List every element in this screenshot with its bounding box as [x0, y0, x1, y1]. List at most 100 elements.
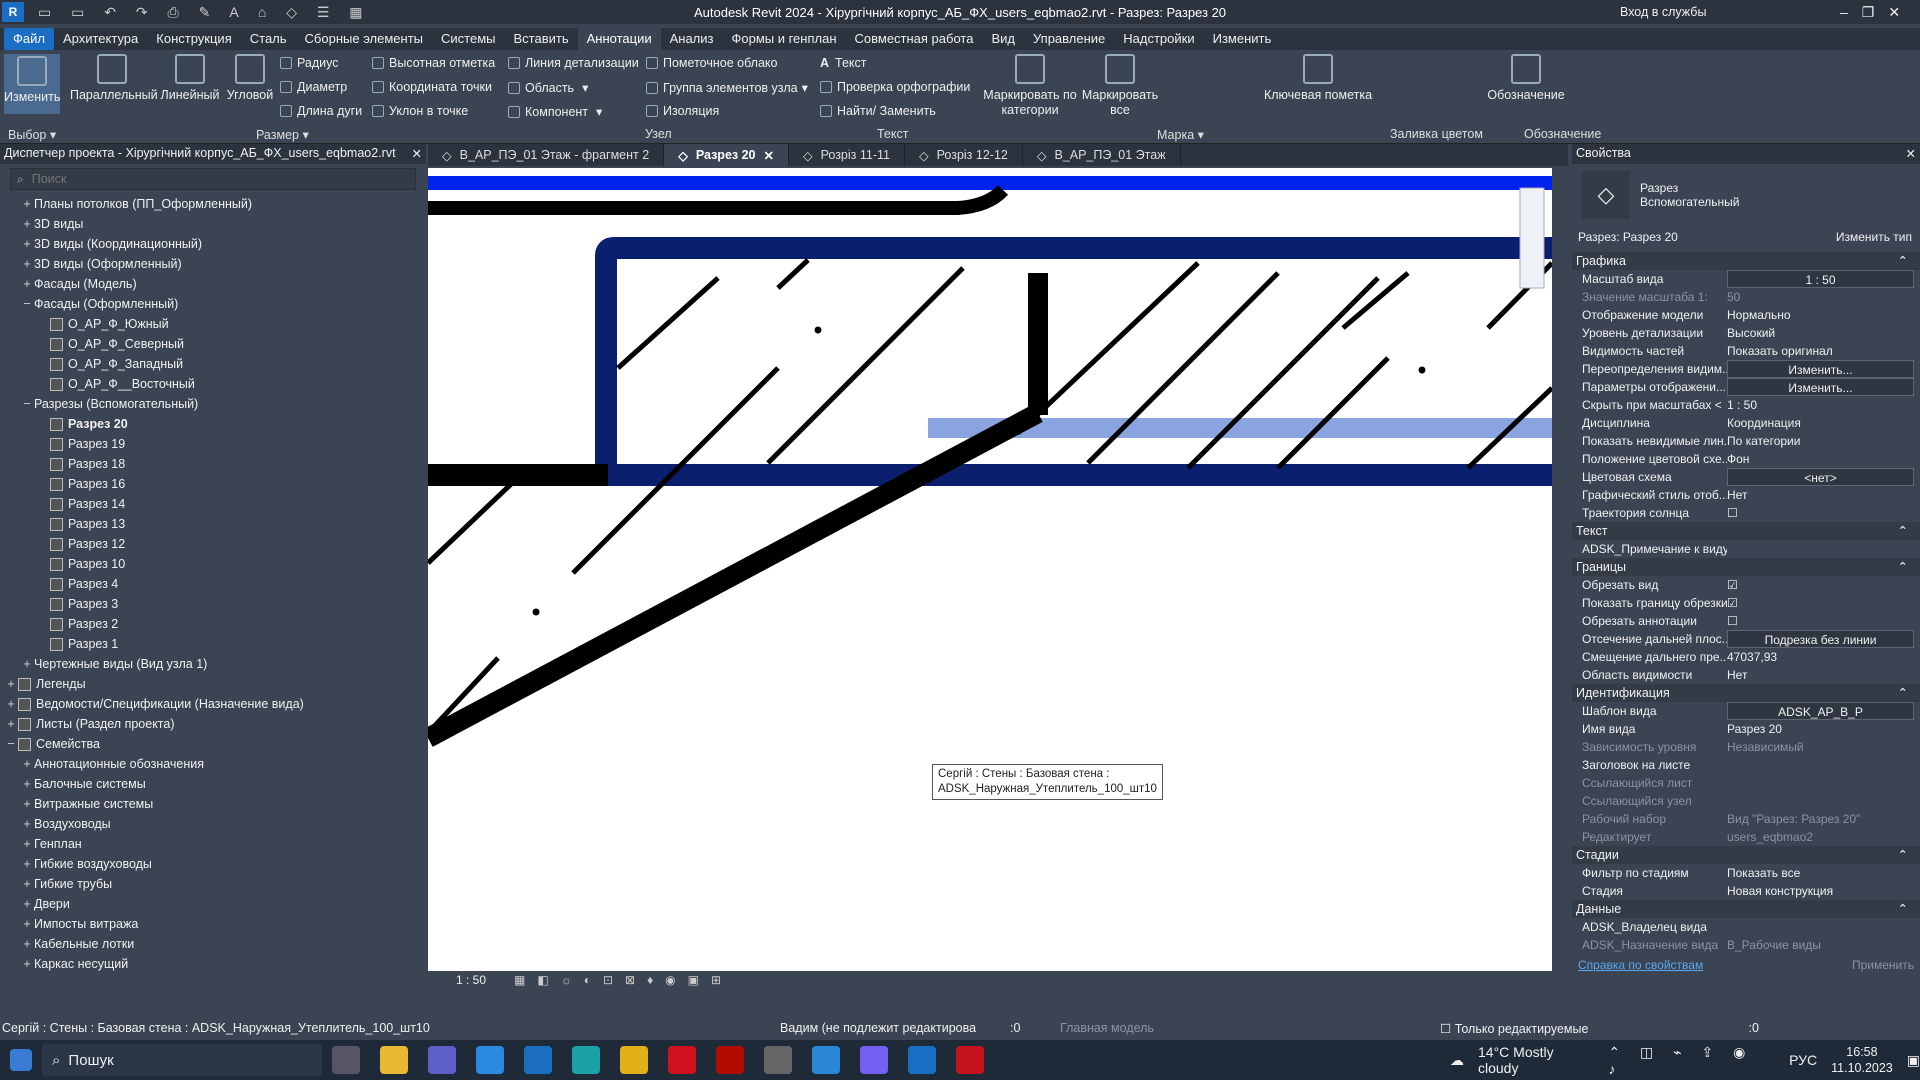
property-value[interactable]: ☑: [1727, 576, 1920, 594]
expand-icon[interactable]: −: [4, 734, 18, 754]
arc-length-button[interactable]: Длина дуги: [280, 104, 362, 118]
expand-icon[interactable]: +: [20, 814, 34, 834]
tree-item[interactable]: + Генплан: [0, 834, 426, 854]
spell-check-button[interactable]: Проверка орфографии: [820, 80, 970, 94]
expand-icon[interactable]: +: [20, 934, 34, 954]
revision-cloud-button[interactable]: Пометочное облако: [646, 56, 777, 70]
menu-tab[interactable]: Совместная работа: [846, 28, 983, 50]
expand-icon[interactable]: +: [20, 194, 34, 214]
type-selector[interactable]: ◇ Разрез Вспомогательный: [1572, 164, 1920, 226]
expand-icon[interactable]: +: [20, 754, 34, 774]
revit-taskbar-icon[interactable]: [908, 1046, 936, 1074]
autocad-icon[interactable]: [956, 1046, 984, 1074]
property-value[interactable]: 1 : 50: [1727, 396, 1920, 414]
tree-item[interactable]: Разрез 10: [0, 554, 426, 574]
tree-item[interactable]: + Двери: [0, 894, 426, 914]
tree-item[interactable]: − Фасады (Оформленный): [0, 294, 426, 314]
component-button[interactable]: Компонент ▾: [508, 104, 602, 119]
property-value[interactable]: Показать все: [1727, 864, 1920, 882]
task-view-icon[interactable]: [332, 1046, 360, 1074]
view-controls-icons[interactable]: ▦◧☼◐⊡⊠♦◉▣⊞: [514, 973, 733, 987]
expand-icon[interactable]: +: [4, 694, 18, 714]
tag-all-button[interactable]: Маркировать все: [1080, 54, 1160, 118]
window-controls[interactable]: –❐✕: [1840, 4, 1914, 21]
collapse-icon[interactable]: ⌃: [1898, 684, 1908, 702]
clock[interactable]: 16:58 11.10.2023: [1831, 1044, 1893, 1076]
menu-tab[interactable]: Файл: [4, 28, 54, 50]
language-indicator[interactable]: РУС: [1789, 1052, 1817, 1068]
property-group-header[interactable]: Идентификация ⌃: [1572, 684, 1920, 702]
region-button[interactable]: Область ▾: [508, 80, 588, 95]
expand-icon[interactable]: +: [20, 214, 34, 234]
drawing-canvas[interactable]: Сергій : Стены : Базовая стена : ADSK_На…: [428, 168, 1552, 971]
collapse-icon[interactable]: ⌃: [1898, 522, 1908, 540]
panel-select[interactable]: Выбор ▾: [8, 127, 56, 142]
view-tab[interactable]: ◇ Разрез 20 ✕: [664, 144, 789, 166]
tree-item[interactable]: + Листы (Раздел проекта): [0, 714, 426, 734]
close-icon[interactable]: ✕: [763, 148, 773, 163]
tree-item[interactable]: + Планы потолков (ПП_Оформленный): [0, 194, 426, 214]
tree-item[interactable]: +3D виды (Оформленный): [0, 254, 426, 274]
text-button[interactable]: A Текст: [820, 56, 867, 70]
property-group-header[interactable]: Текст ⌃: [1572, 522, 1920, 540]
view-scale[interactable]: 1 : 50: [456, 973, 486, 987]
expand-icon[interactable]: +: [20, 794, 34, 814]
property-value[interactable]: Новая конструкция: [1727, 882, 1920, 900]
property-value[interactable]: [1727, 540, 1920, 558]
tree-item[interactable]: − Разрезы (Вспомогательный): [0, 394, 426, 414]
tree-item[interactable]: Разрез 4: [0, 574, 426, 594]
property-value[interactable]: 47037,93: [1727, 648, 1920, 666]
tree-item[interactable]: + Чертежные виды (Вид узла 1): [0, 654, 426, 674]
close-icon[interactable]: ✕: [412, 146, 422, 162]
property-value[interactable]: [1727, 756, 1920, 774]
menu-tab[interactable]: Анализ: [661, 28, 723, 50]
menu-tab[interactable]: Управление: [1024, 28, 1114, 50]
view-tab[interactable]: ◇ В_АР_ПЭ_01 Этаж: [1023, 144, 1181, 166]
menu-tab[interactable]: Аннотации: [577, 28, 661, 50]
menu-tab[interactable]: Сборные элементы: [296, 28, 432, 50]
properties-help-link[interactable]: Справка по свойствам: [1578, 958, 1703, 972]
property-value[interactable]: Разрез 20: [1727, 720, 1920, 738]
tree-item[interactable]: + Легенды: [0, 674, 426, 694]
chrome-icon[interactable]: [620, 1046, 648, 1074]
search-input[interactable]: [31, 172, 193, 186]
tree-item[interactable]: + Аннотационные обозначения: [0, 754, 426, 774]
expand-icon[interactable]: +: [20, 234, 34, 254]
panel-dimension[interactable]: Размер ▾: [256, 127, 309, 142]
tag-by-category-button[interactable]: Маркировать по категории: [982, 54, 1078, 118]
expand-icon[interactable]: +: [20, 854, 34, 874]
collapse-icon[interactable]: ⌃: [1898, 252, 1908, 270]
tree-item[interactable]: + Кабельные лотки: [0, 934, 426, 954]
property-value[interactable]: Высокий: [1727, 324, 1920, 342]
tree-item[interactable]: Разрез 16: [0, 474, 426, 494]
tree-item[interactable]: + Воздуховоды: [0, 814, 426, 834]
tree-item[interactable]: Разрез 3: [0, 594, 426, 614]
apply-button[interactable]: Применить: [1852, 958, 1914, 972]
property-value[interactable]: Нет: [1727, 486, 1920, 504]
spot-elevation-button[interactable]: Высотная отметка: [372, 56, 495, 70]
menu-tab[interactable]: Формы и генплан: [722, 28, 845, 50]
menu-tab[interactable]: Надстройки: [1114, 28, 1203, 50]
property-value[interactable]: 1 : 50: [1727, 270, 1914, 288]
collapse-icon[interactable]: ⌃: [1898, 558, 1908, 576]
collapse-icon[interactable]: ⌃: [1898, 846, 1908, 864]
tree-item[interactable]: О_АР_Ф__Восточный: [0, 374, 426, 394]
property-value[interactable]: Координация: [1727, 414, 1920, 432]
insulation-button[interactable]: Изоляция: [646, 104, 719, 118]
menu-tab[interactable]: Системы: [432, 28, 504, 50]
property-value[interactable]: Подрезка без линии: [1727, 630, 1914, 648]
keynote-button[interactable]: Ключевая пометка: [1260, 54, 1376, 103]
find-replace-button[interactable]: Найти/ Заменить: [820, 104, 936, 118]
view-tab[interactable]: ◇ Розріз 11-11: [789, 144, 905, 166]
mail-icon[interactable]: [524, 1046, 552, 1074]
instance-selector[interactable]: Разрез: Разрез 20: [1578, 230, 1678, 244]
acrobat-icon[interactable]: [716, 1046, 744, 1074]
windows-start-icon[interactable]: [10, 1049, 32, 1071]
tree-item[interactable]: + Гибкие трубы: [0, 874, 426, 894]
tree-item[interactable]: Разрез 14: [0, 494, 426, 514]
close-icon[interactable]: ✕: [1906, 146, 1916, 162]
symbol-button[interactable]: Обозначение: [1484, 54, 1568, 103]
tree-item[interactable]: Разрез 13: [0, 514, 426, 534]
property-value[interactable]: По категории: [1727, 432, 1920, 450]
tree-item[interactable]: О_АР_Ф_Южный: [0, 314, 426, 334]
